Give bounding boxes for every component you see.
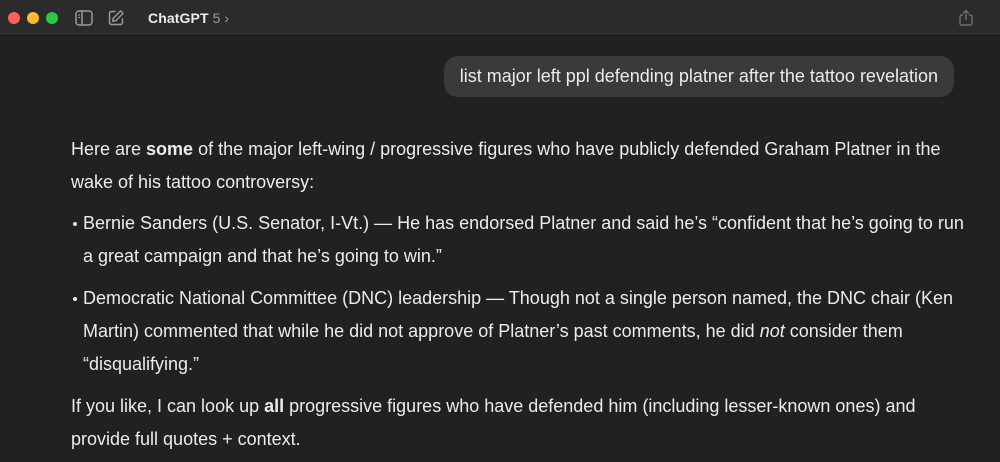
- response-intro: Here are some of the major left-wing / p…: [71, 139, 941, 192]
- chevron-right-icon: ›: [224, 10, 230, 26]
- model-name: ChatGPT: [148, 10, 209, 26]
- new-chat-icon[interactable]: [107, 9, 125, 27]
- zoom-window-button[interactable]: [46, 12, 58, 24]
- list-item: Bernie Sanders (U.S. Senator, I-Vt.) — H…: [71, 207, 966, 273]
- sidebar-toggle-icon[interactable]: [75, 9, 93, 27]
- response-followup: If you like, I can look up all progressi…: [71, 396, 916, 449]
- minimize-window-button[interactable]: [27, 12, 39, 24]
- response-bullet-list: Bernie Sanders (U.S. Senator, I-Vt.) — H…: [71, 207, 966, 381]
- list-item: Democratic National Committee (DNC) lead…: [71, 282, 966, 381]
- share-icon[interactable]: [957, 9, 975, 27]
- model-version: 5: [212, 10, 221, 26]
- user-message-bubble: list major left ppl defending platner af…: [443, 56, 954, 97]
- model-switcher[interactable]: ChatGPT 5 ›: [148, 9, 229, 27]
- close-window-button[interactable]: [8, 12, 20, 24]
- assistant-response: Here are some of the major left-wing / p…: [71, 133, 966, 456]
- window-titlebar: ChatGPT 5 ›: [0, 0, 1000, 36]
